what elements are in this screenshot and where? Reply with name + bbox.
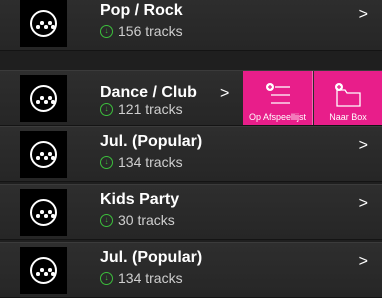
music-logo-icon xyxy=(30,199,57,226)
chevron-right-icon[interactable]: > xyxy=(359,6,368,24)
playlist-artwork xyxy=(20,131,67,178)
track-count-label: 121 tracks xyxy=(118,101,183,117)
list-item[interactable]: Kids Party ↓ 30 tracks > xyxy=(0,184,382,240)
track-count: ↓ 134 tracks xyxy=(100,154,183,170)
playlist-list: Pop / Rock ↓ 156 tracks > Dance / Club ↓… xyxy=(0,0,382,298)
chevron-right-icon[interactable]: > xyxy=(359,137,368,155)
chevron-right-icon[interactable]: > xyxy=(220,85,229,103)
playlist-title: Dance / Club xyxy=(100,84,197,101)
list-item[interactable]: Pop / Rock ↓ 156 tracks > xyxy=(0,0,382,51)
to-box-label: Naar Box xyxy=(329,112,367,122)
list-item[interactable]: Jul. (Popular) ↓ 134 tracks > xyxy=(0,126,382,182)
track-count: ↓ 156 tracks xyxy=(100,23,183,39)
chevron-right-icon[interactable]: > xyxy=(359,253,368,271)
playlist-artwork xyxy=(20,0,67,47)
add-to-playlist-label: Op Afspeellijst xyxy=(248,112,307,122)
track-count-label: 134 tracks xyxy=(118,270,183,286)
playlist-title: Kids Party xyxy=(100,191,180,208)
playlist-artwork xyxy=(20,189,67,236)
playlist-artwork xyxy=(20,247,67,294)
add-to-playlist-icon xyxy=(265,83,290,104)
to-box-button[interactable]: Naar Box xyxy=(314,71,382,125)
track-count-label: 134 tracks xyxy=(118,154,183,170)
add-to-box-icon xyxy=(335,83,361,107)
download-check-icon: ↓ xyxy=(100,155,113,169)
track-count-label: 30 tracks xyxy=(118,212,175,228)
track-count-label: 156 tracks xyxy=(118,23,183,39)
playlist-title: Jul. (Popular) xyxy=(100,249,203,266)
music-logo-icon xyxy=(30,257,57,284)
download-check-icon: ↓ xyxy=(100,24,113,38)
music-logo-icon xyxy=(30,141,57,168)
playlist-artwork xyxy=(20,75,67,122)
download-check-icon: ↓ xyxy=(100,213,113,227)
list-item[interactable]: Jul. (Popular) ↓ 134 tracks > xyxy=(0,242,382,298)
list-item[interactable]: Dance / Club ↓ 121 tracks > Op Afspeelli… xyxy=(0,70,382,126)
track-count: ↓ 30 tracks xyxy=(100,212,175,228)
download-check-icon: ↓ xyxy=(100,102,113,116)
playlist-title: Jul. (Popular) xyxy=(100,133,203,150)
playlist-title: Pop / Rock xyxy=(100,2,183,19)
track-count: ↓ 121 tracks xyxy=(100,101,183,117)
chevron-right-icon[interactable]: > xyxy=(359,195,368,213)
add-to-playlist-button[interactable]: Op Afspeellijst xyxy=(243,71,313,125)
track-count: ↓ 134 tracks xyxy=(100,270,183,286)
music-logo-icon xyxy=(30,85,57,112)
music-logo-icon xyxy=(30,10,57,37)
